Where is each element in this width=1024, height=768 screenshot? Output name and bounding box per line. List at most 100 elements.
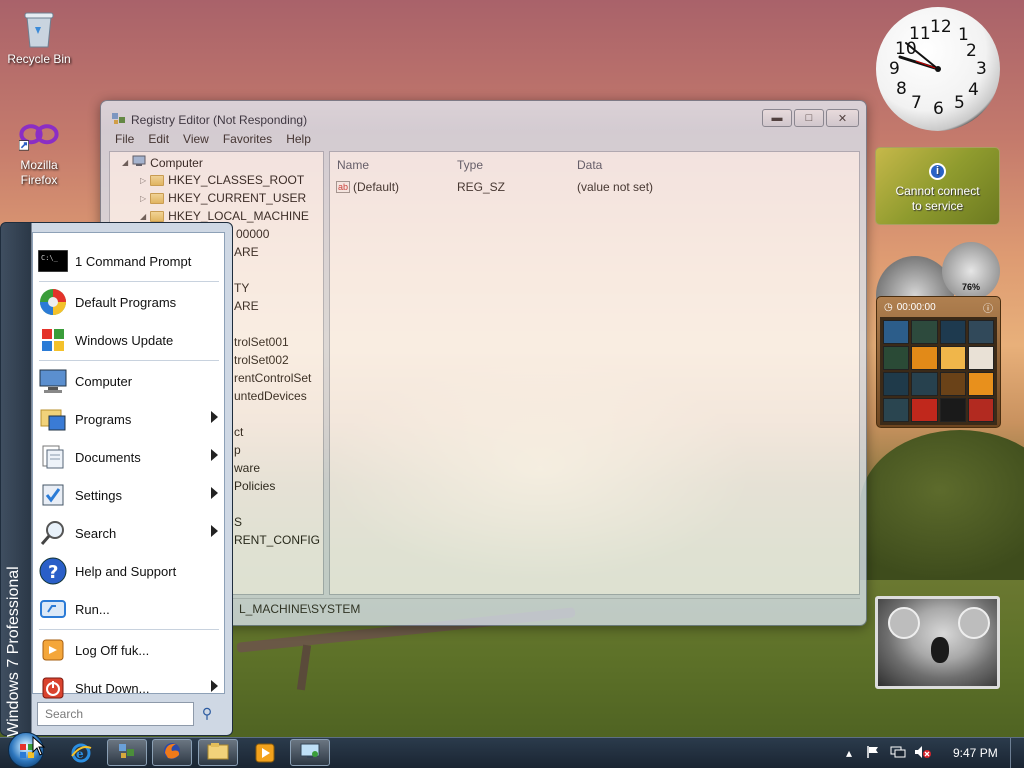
- puzzle-tile[interactable]: [967, 372, 994, 396]
- start-item-documents[interactable]: Documents: [35, 440, 222, 474]
- tree-item[interactable]: trolSet001: [234, 335, 289, 349]
- expand-arrow-icon: ◢: [122, 158, 129, 167]
- expand-arrow-icon: ▷: [140, 175, 147, 185]
- column-header-type[interactable]: Type: [457, 158, 483, 172]
- tree-item[interactable]: ARE: [234, 299, 259, 313]
- tree-item-hklm[interactable]: ◢ HKEY_LOCAL_MACHINE: [140, 209, 309, 223]
- start-item-log-off[interactable]: Log Off fuk...: [35, 633, 222, 667]
- start-item-shut-down[interactable]: Shut Down...: [35, 671, 222, 705]
- puzzle-tile[interactable]: [883, 372, 910, 396]
- weather-gadget[interactable]: i Cannot connect to service: [875, 147, 1000, 225]
- puzzle-tile[interactable]: [967, 346, 994, 370]
- tree-item[interactable]: ct: [234, 425, 243, 439]
- menu-edit[interactable]: Edit: [148, 132, 169, 152]
- menu-bar: File Edit View Favorites Help: [109, 132, 311, 152]
- windows-explorer-icon: [207, 742, 229, 763]
- start-item-computer[interactable]: Computer: [35, 364, 222, 398]
- tree-item[interactable]: Policies: [234, 479, 275, 493]
- maximize-button[interactable]: □: [794, 109, 824, 127]
- help-icon[interactable]: ⓘ: [983, 300, 993, 315]
- tree-item[interactable]: TY: [234, 281, 249, 295]
- tree-item[interactable]: p: [234, 443, 241, 457]
- puzzle-tile[interactable]: [911, 398, 938, 422]
- desktop-icon-firefox[interactable]: Mozilla Firefox: [4, 114, 74, 188]
- menu-file[interactable]: File: [115, 132, 134, 152]
- action-center-flag-icon[interactable]: [866, 745, 880, 762]
- tree-item-hkcu[interactable]: ▷ HKEY_CURRENT_USER: [140, 191, 306, 205]
- puzzle-tile[interactable]: [883, 346, 910, 370]
- puzzle-tile[interactable]: [911, 346, 938, 370]
- puzzle-tile[interactable]: [967, 398, 994, 422]
- picture-puzzle-gadget[interactable]: ◷ 00:00:00 ⓘ: [876, 296, 1001, 428]
- start-item-command-prompt[interactable]: C:\_ 1 Command Prompt: [35, 244, 222, 278]
- maximize-icon: □: [805, 112, 813, 124]
- search-icon: [37, 518, 69, 548]
- start-item-programs[interactable]: Programs: [35, 402, 222, 436]
- internet-explorer-icon[interactable]: e: [70, 742, 92, 767]
- start-item-help[interactable]: ? Help and Support: [35, 554, 222, 588]
- start-item-settings[interactable]: Settings: [35, 478, 222, 512]
- start-menu[interactable]: Windows 7 Professional C:\_ 1 Command Pr…: [0, 222, 233, 737]
- window-title: Registry Editor (Not Responding): [111, 110, 307, 129]
- puzzle-tile[interactable]: [939, 320, 966, 344]
- registry-editor-icon: [111, 110, 127, 129]
- taskbar-windows-explorer[interactable]: [198, 739, 238, 766]
- tree-item-computer[interactable]: ◢ Computer: [122, 155, 203, 170]
- desktop-icon-recycle-bin[interactable]: Recycle Bin: [4, 8, 74, 67]
- start-item-search[interactable]: Search: [35, 516, 222, 550]
- value-data: (value not set): [577, 180, 654, 194]
- koala-ear: [958, 607, 990, 639]
- tree-item[interactable]: S: [234, 515, 242, 529]
- weather-message: Cannot connect to service: [895, 184, 980, 213]
- puzzle-tile[interactable]: [939, 372, 966, 396]
- column-header-name[interactable]: Name: [337, 158, 369, 172]
- show-desktop-button[interactable]: [1010, 738, 1024, 768]
- taskbar-clock[interactable]: 9:47 PM: [953, 746, 998, 760]
- puzzle-tile[interactable]: [967, 320, 994, 344]
- tree-item[interactable]: RENT_CONFIG: [234, 533, 320, 547]
- taskbar-remote-desktop[interactable]: [290, 739, 330, 766]
- minimize-button[interactable]: ▬: [762, 109, 792, 127]
- tree-item[interactable]: 00000: [236, 227, 269, 241]
- column-header-data[interactable]: Data: [577, 158, 602, 172]
- network-icon[interactable]: [890, 745, 906, 762]
- tree-item[interactable]: ARE: [234, 245, 259, 259]
- tree-item[interactable]: untedDevices: [234, 389, 307, 403]
- registry-editor-icon: [117, 741, 137, 764]
- taskbar-firefox[interactable]: [152, 739, 192, 766]
- tree-item[interactable]: trolSet002: [234, 353, 289, 367]
- menu-favorites[interactable]: Favorites: [223, 132, 272, 152]
- clock-hands-icon: [898, 42, 941, 72]
- volume-muted-icon[interactable]: [914, 745, 932, 762]
- value-row[interactable]: ab (Default): [336, 180, 399, 194]
- puzzle-tile[interactable]: [883, 320, 910, 344]
- clock-gadget[interactable]: 12 1 2 3 4 5 6 7 8 9 10 11: [876, 7, 1000, 131]
- folder-icon: [150, 192, 165, 204]
- puzzle-tile[interactable]: [939, 346, 966, 370]
- memory-percent: 76%: [962, 282, 981, 292]
- help-icon: ?: [37, 556, 69, 586]
- tree-item[interactable]: ware: [234, 461, 260, 475]
- puzzle-tile[interactable]: [883, 398, 910, 422]
- search-go-icon[interactable]: ⚲: [198, 705, 216, 723]
- slideshow-gadget[interactable]: [875, 596, 1000, 689]
- start-item-default-programs[interactable]: Default Programs: [35, 285, 222, 319]
- tree-item-hkcr[interactable]: ▷ HKEY_CLASSES_ROOT: [140, 173, 304, 187]
- menu-help[interactable]: Help: [286, 132, 311, 152]
- start-item-windows-update[interactable]: Windows Update: [35, 323, 222, 357]
- puzzle-tile[interactable]: [911, 372, 938, 396]
- puzzle-grid[interactable]: [880, 317, 997, 425]
- taskbar-registry-editor[interactable]: [107, 739, 147, 766]
- remote-desktop-icon: [299, 742, 321, 763]
- start-item-run[interactable]: Run...: [35, 592, 222, 626]
- tree-item[interactable]: rentControlSet: [234, 371, 311, 385]
- cpu-meter-gadget[interactable]: 76%: [876, 242, 1001, 334]
- start-search-input[interactable]: Search: [37, 702, 194, 726]
- menu-view[interactable]: View: [183, 132, 209, 152]
- media-player-icon[interactable]: [255, 743, 275, 766]
- close-button[interactable]: ✕: [826, 109, 859, 127]
- puzzle-tile[interactable]: [911, 320, 938, 344]
- puzzle-tile[interactable]: [939, 398, 966, 422]
- show-hidden-icons-icon[interactable]: ▴: [846, 746, 852, 760]
- registry-values-list[interactable]: Name Type Data ab (Default) REG_SZ (valu…: [329, 151, 860, 595]
